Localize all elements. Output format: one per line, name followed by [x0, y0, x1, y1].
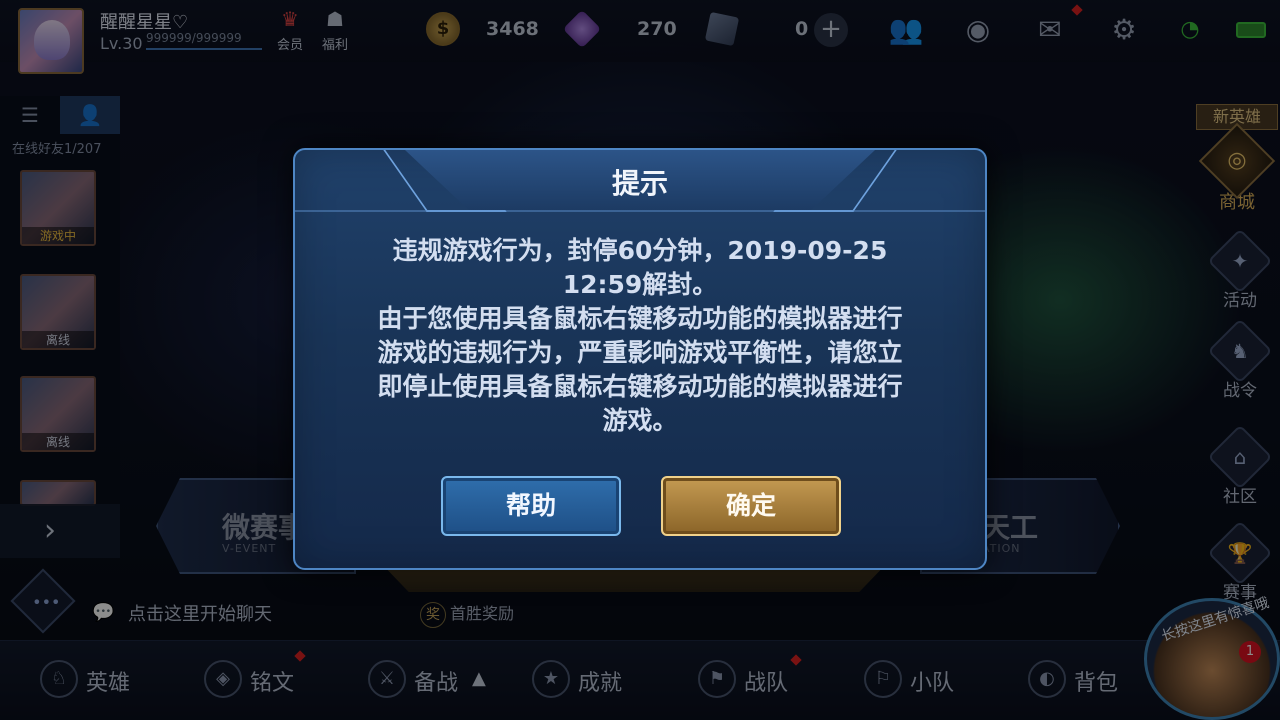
- message-line: 违规游戏行为，封停60分钟，2019-09-25: [392, 236, 888, 265]
- dialog-message: 违规游戏行为，封停60分钟，2019-09-25 12:59解封。 由于您使用具…: [345, 234, 935, 438]
- notice-dialog: 提示 违规游戏行为，封停60分钟，2019-09-25 12:59解封。 由于您…: [293, 148, 987, 570]
- dialog-title: 提示: [611, 167, 668, 200]
- confirm-button[interactable]: 确定: [661, 476, 841, 536]
- message-line: 由于您使用具备鼠标右键移动功能的模拟器进行: [377, 304, 903, 333]
- help-button[interactable]: 帮助: [441, 476, 621, 536]
- message-line: 游戏。: [602, 406, 678, 435]
- message-line: 游戏的违规行为，严重影响游戏平衡性，请您立: [377, 338, 903, 367]
- message-line: 12:59解封。: [562, 270, 718, 299]
- header-divider: [295, 210, 985, 212]
- message-line: 即停止使用具备鼠标右键移动功能的模拟器进行: [377, 372, 903, 401]
